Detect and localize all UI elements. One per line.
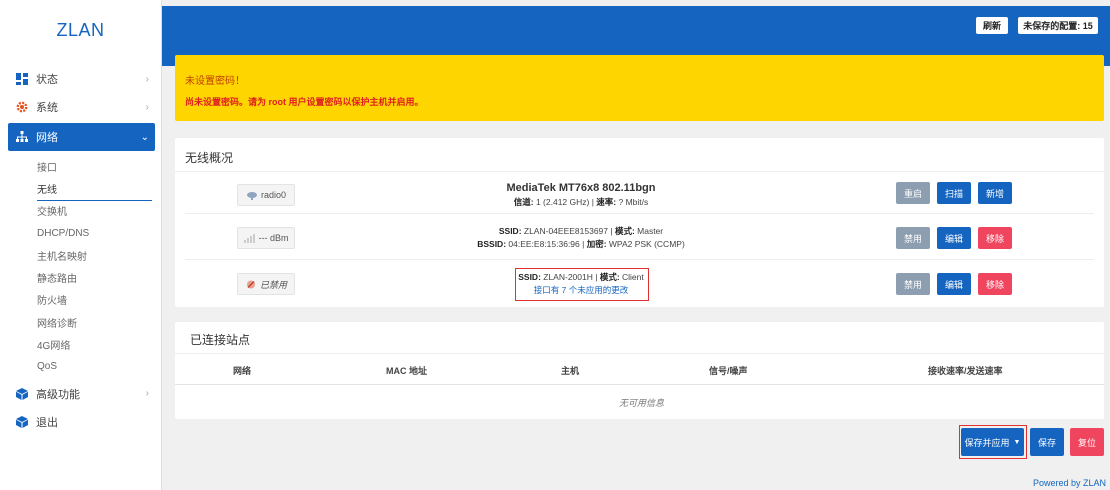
sidebar-sub-static-routes[interactable]: 静态路由 [0,266,161,288]
network-icon [16,131,28,143]
column-header: 网络 [233,366,252,376]
connected-stations-panel: 已连接站点 网络 MAC 地址 主机 信号/噪声 接收速率/发送速率 无可用信息 [175,322,1104,419]
sidebar-sub-interfaces[interactable]: 接口 [0,155,161,177]
sidebar-sub-hostnames[interactable]: 主机名映射 [0,244,161,266]
password-warning-banner: 未设置密码！ 尚未设置密码。请为 root 用户设置密码以保护主机并启用。 [175,55,1104,121]
brand-logo: ZLAN [56,19,105,40]
reset-button[interactable]: 复位 [1070,428,1104,456]
footer-credit[interactable]: Powered by ZLAN [1033,478,1106,488]
dashboard-icon [16,73,28,85]
chevron-down-icon: ⌄ [140,131,149,143]
sidebar-sub-diagnostics[interactable]: 网络诊断 [0,311,161,333]
save-button[interactable]: 保存 [1030,428,1064,456]
network-info: SSID: ZLAN-04EEE8153697 | 模式: Master BSS… [431,225,731,251]
warning-title: 未设置密码！ [185,76,245,87]
sidebar-item-label: 退出 [36,416,58,429]
warning-text: 尚未设置密码。请为 root 用户设置密码以保护主机并启用。 [185,97,424,107]
sidebar-item-system[interactable]: 系统 › [0,93,161,121]
highlight-box [515,268,649,301]
edit-button[interactable]: 编辑 [937,227,971,249]
divider [175,171,1104,172]
column-header: 信号/噪声 [709,366,748,376]
empty-message: 无可用信息 [619,398,665,408]
chevron-right-icon: › [145,101,149,113]
wireless-overview-title: 无线概况 [185,151,234,165]
column-header: 主机 [561,366,580,376]
remove-button[interactable]: 移除 [978,227,1012,249]
sidebar-sub-switch[interactable]: 交换机 [0,200,161,222]
restart-button[interactable]: 重启 [896,182,930,204]
remove-button[interactable]: 移除 [978,273,1012,295]
sidebar-sub-firewall[interactable]: 防火墙 [0,289,161,311]
sidebar: ZLAN 状态 › 系统 › 网络 ⌄ 接口 无线 交换机 DHCP/DNS 主… [0,0,162,490]
radio-channel-rate: 信道: 1 (2.412 GHz) | 速率: ? Mbit/s [513,197,649,207]
disabled-icon [245,280,257,289]
disable-button[interactable]: 禁用 [896,273,930,295]
sidebar-sub-qos[interactable]: QoS [0,356,161,378]
chevron-right-icon: › [145,73,149,85]
wireless-overview-panel: 无线概况 radio0 MediaTek MT76x8 802.11bgn 信道… [175,138,1104,307]
sidebar-item-advanced[interactable]: 高级功能 › [0,380,161,408]
divider [185,213,1094,214]
radio-model: MediaTek MT76x8 802.11bgn [506,182,656,194]
refresh-button[interactable]: 刷新 [976,17,1008,34]
sidebar-sub-4g[interactable]: 4G网络 [0,333,161,355]
radio-info: MediaTek MT76x8 802.11bgn 信道: 1 (2.412 G… [431,180,731,209]
add-button[interactable]: 新增 [978,182,1012,204]
edit-button[interactable]: 编辑 [937,273,971,295]
sidebar-item-network[interactable]: 网络 ⌄ [8,123,155,151]
bssid-encryption-line: BSSID: 04:EE:E8:15:36:96 | 加密: WPA2 PSK … [477,239,685,249]
column-header: MAC 地址 [386,366,427,376]
signal-badge: --- dBm [237,227,295,249]
radio-badge: radio0 [237,184,295,206]
disabled-badge: 已禁用 [237,273,295,295]
sidebar-sub-wireless[interactable]: 无线 [0,177,161,202]
unsaved-changes-button[interactable]: 未保存的配置: 15 [1018,17,1098,34]
ssid-mode-line: SSID: ZLAN-04EEE8153697 | 模式: Master [498,226,664,236]
divider [175,384,1104,385]
sidebar-sub-dhcp-dns[interactable]: DHCP/DNS [0,222,161,244]
sidebar-item-logout[interactable]: 退出 [0,408,161,436]
caret-down-icon: ▼ [1013,438,1021,446]
column-header: 接收速率/发送速率 [928,366,1003,376]
sidebar-item-label: 系统 [36,102,58,114]
sidebar-item-label: 高级功能 [36,388,80,401]
chevron-right-icon: › [145,388,149,400]
wifi-radio-icon [246,191,258,200]
sidebar-item-label: 状态 [36,74,58,86]
divider [185,259,1094,260]
disable-button[interactable]: 禁用 [896,227,930,249]
sidebar-item-status[interactable]: 状态 › [0,65,161,93]
connected-stations-title: 已连接站点 [190,333,251,347]
exit-icon [16,415,28,428]
gear-icon [16,101,28,113]
save-apply-button[interactable]: 保存并应用 ▼ [961,428,1024,456]
sidebar-item-label: 网络 [36,132,58,144]
divider [175,353,1104,354]
signal-strength-icon [243,233,256,243]
cube-icon [16,387,28,400]
scan-button[interactable]: 扫描 [937,182,971,204]
